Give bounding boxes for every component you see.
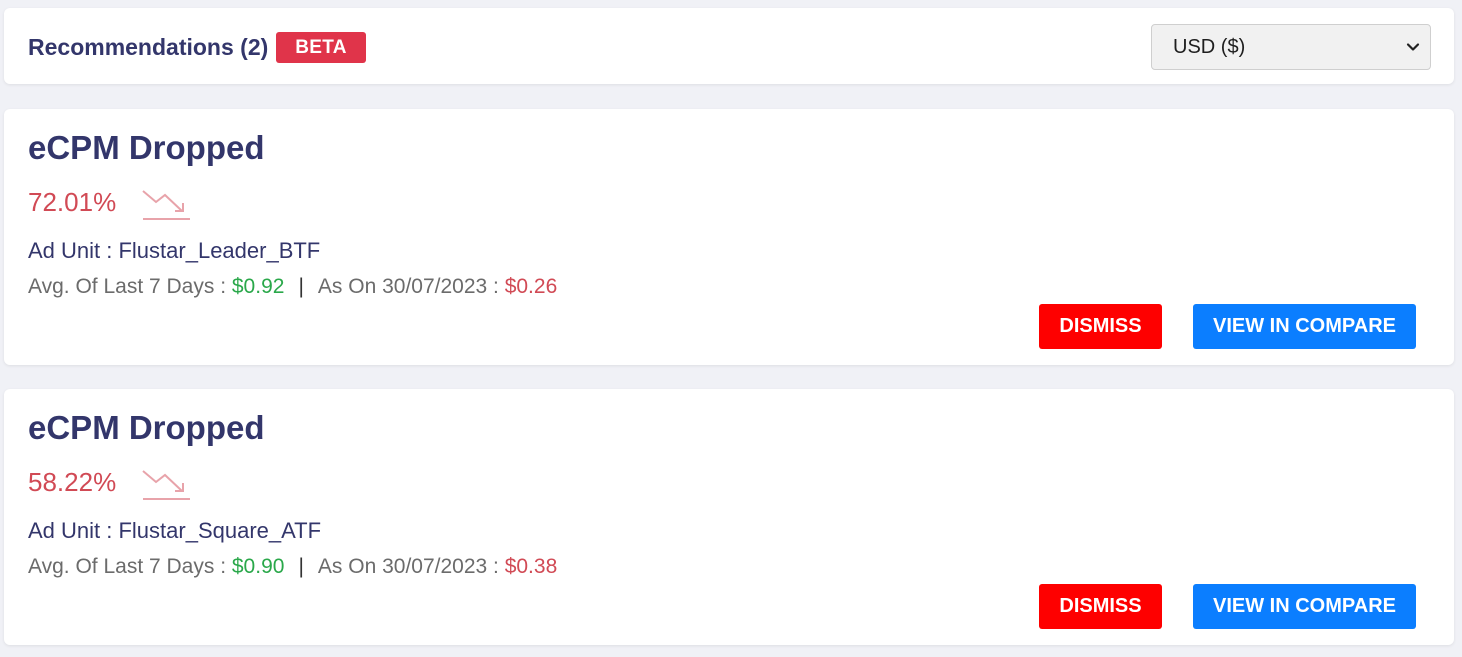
recommendation-card: eCPM Dropped 58.22% Ad Unit : Flustar_Sq… xyxy=(4,389,1454,645)
avg-value: $0.92 xyxy=(231,275,285,298)
recommendation-card: eCPM Dropped 72.01% Ad Unit : Flustar_Le… xyxy=(4,109,1454,365)
avg-value: $0.90 xyxy=(231,555,285,578)
stats-line: Avg. Of Last 7 Days : $0.90 | As On 30/07/… xyxy=(28,555,557,579)
currency-selected-value: USD ($) xyxy=(1173,35,1246,58)
avg-label: Avg. Of Last 7 Days : xyxy=(28,275,232,298)
trend-down-icon xyxy=(142,190,190,220)
chevron-down-icon xyxy=(1406,43,1420,51)
view-in-compare-button[interactable]: VIEW IN COMPARE xyxy=(1193,304,1416,349)
beta-badge: BETA xyxy=(276,32,366,63)
ad-unit-label: Ad Unit : Flustar_Leader_BTF xyxy=(28,238,321,263)
recommendations-header: Recommendations (2) BETA USD ($) xyxy=(4,8,1454,84)
view-in-compare-button[interactable]: VIEW IN COMPARE xyxy=(1193,584,1416,629)
stats-line: Avg. Of Last 7 Days : $0.92 | As On 30/07/… xyxy=(28,275,557,299)
as-on-label: As On 30/07/2023 : xyxy=(317,275,505,298)
dismiss-button[interactable]: DISMISS xyxy=(1039,584,1162,629)
stats-separator: | xyxy=(298,555,304,578)
recommendation-title: eCPM Dropped xyxy=(28,129,265,166)
dismiss-button[interactable]: DISMISS xyxy=(1039,304,1162,349)
page-title: Recommendations (2) BETA xyxy=(28,32,366,63)
recommendations-title: Recommendations (2) xyxy=(28,34,269,60)
as-on-value: $0.26 xyxy=(504,275,558,298)
drop-percent: 72.01% xyxy=(28,187,117,217)
trend-down-icon xyxy=(142,470,190,500)
currency-select[interactable]: USD ($) xyxy=(1151,24,1431,70)
avg-label: Avg. Of Last 7 Days : xyxy=(28,555,232,578)
drop-percent: 58.22% xyxy=(28,467,117,497)
as-on-label: As On 30/07/2023 : xyxy=(317,555,505,578)
as-on-value: $0.38 xyxy=(504,555,558,578)
ad-unit-label: Ad Unit : Flustar_Square_ATF xyxy=(28,518,322,543)
recommendation-title: eCPM Dropped xyxy=(28,409,265,446)
stats-separator: | xyxy=(298,275,304,298)
